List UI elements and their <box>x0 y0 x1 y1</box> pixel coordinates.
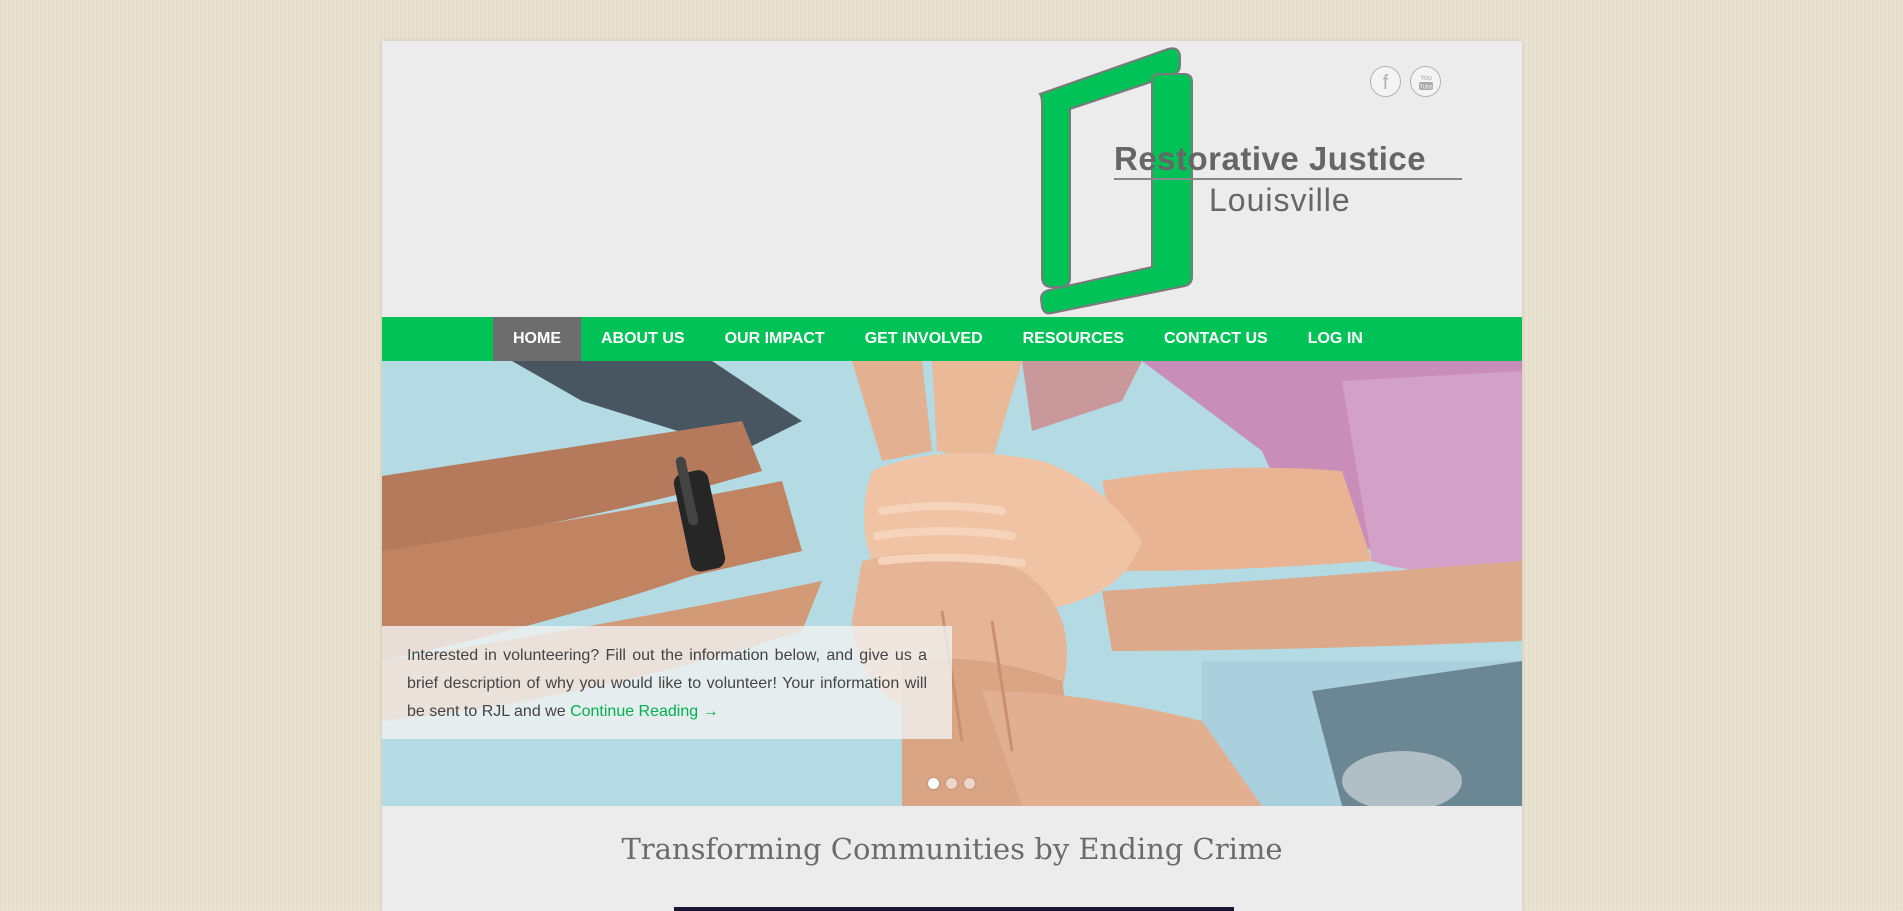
facebook-icon: f <box>1382 72 1389 94</box>
stacked-hands-image <box>382 361 1522 806</box>
facebook-link[interactable]: f <box>1370 66 1401 97</box>
logo-divider <box>1114 178 1462 180</box>
site-header: Restorative Justice Louisville f You Tub… <box>382 41 1522 317</box>
page-container: Restorative Justice Louisville f You Tub… <box>382 41 1522 911</box>
slide-dot-1[interactable] <box>928 778 939 789</box>
site-logo[interactable]: Restorative Justice Louisville <box>652 41 1462 317</box>
social-links: f You Tube <box>1370 66 1441 97</box>
svg-text:You: You <box>1420 75 1432 82</box>
nav-item-home[interactable]: HOME <box>493 317 581 361</box>
logo-title: Restorative Justice <box>1114 140 1427 177</box>
nav-item-about-us[interactable]: ABOUT US <box>581 317 705 361</box>
svg-text:Tube: Tube <box>1419 84 1433 90</box>
main-nav: HOME ABOUT US OUR IMPACT GET INVOLVED RE… <box>382 317 1522 361</box>
slider-pagination <box>928 778 975 789</box>
nav-item-our-impact[interactable]: OUR IMPACT <box>705 317 845 361</box>
nav-list: HOME ABOUT US OUR IMPACT GET INVOLVED RE… <box>493 317 1383 361</box>
nav-item-get-involved[interactable]: GET INVOLVED <box>845 317 1003 361</box>
logo-subtitle: Louisville <box>1209 182 1351 218</box>
nav-item-resources[interactable]: RESOURCES <box>1003 317 1144 361</box>
slide-dot-2[interactable] <box>946 778 957 789</box>
continue-reading-link[interactable]: Continue Reading → <box>570 703 719 720</box>
youtube-icon: You Tube <box>1418 75 1433 90</box>
embedded-video[interactable] <box>674 907 1234 911</box>
youtube-link[interactable]: You Tube <box>1410 66 1441 97</box>
page-tagline: Transforming Communities by Ending Crime <box>621 832 1283 866</box>
slide-caption: Interested in volunteering? Fill out the… <box>382 626 952 739</box>
nav-item-log-in[interactable]: LOG IN <box>1288 317 1383 361</box>
nav-item-contact-us[interactable]: CONTACT US <box>1144 317 1288 361</box>
slide-dot-3[interactable] <box>964 778 975 789</box>
hero-slider[interactable]: Interested in volunteering? Fill out the… <box>382 361 1522 806</box>
